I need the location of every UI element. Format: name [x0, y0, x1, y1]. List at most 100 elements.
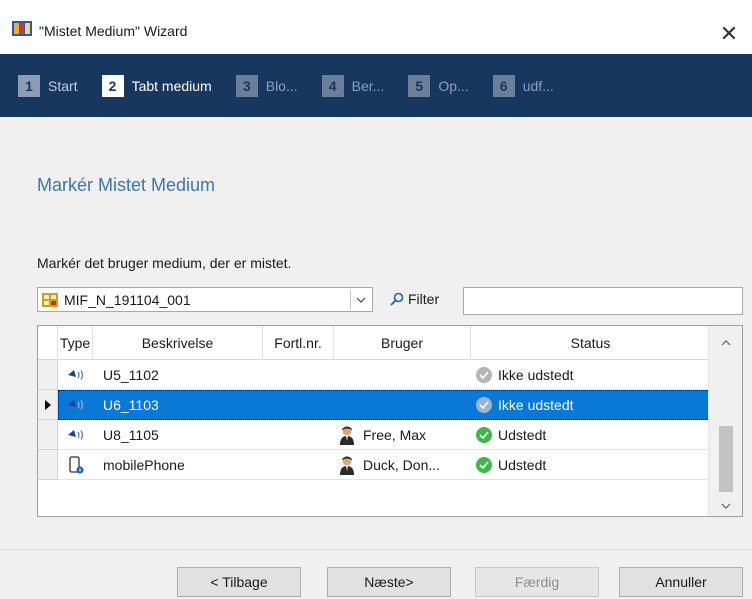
green-check-icon	[476, 426, 492, 443]
step-start[interactable]: 1 Start	[18, 74, 78, 97]
gray-check-icon	[476, 366, 492, 383]
wizard-button-bar: < Tilbage Næste> Færdig Annuller	[0, 549, 752, 599]
column-header-bruger[interactable]: Bruger	[334, 326, 471, 360]
table-row[interactable]: U8_1105 Free, Max Udstedt	[38, 420, 710, 450]
table-row[interactable]: mobilePhone Duck, Don... Udstedt	[38, 450, 710, 480]
cancel-button[interactable]: Annuller	[619, 567, 743, 597]
fortl-cell	[263, 390, 334, 420]
scroll-thumb[interactable]	[719, 426, 733, 492]
medium-combobox[interactable]: MIF_N_191104_001	[37, 287, 373, 312]
beskrivelse-cell: mobilePhone	[93, 450, 263, 480]
type-cell	[58, 450, 93, 480]
step-udf[interactable]: 6 udf...	[492, 74, 554, 97]
status-text: Udstedt	[498, 426, 547, 443]
type-cell	[58, 390, 93, 420]
type-cell	[58, 420, 93, 450]
transponder-icon	[67, 429, 83, 440]
step-number: 3	[235, 74, 258, 97]
step-blo[interactable]: 3 Blo...	[235, 74, 298, 97]
scroll-down-button[interactable]	[709, 496, 742, 516]
wizard-content: Markér Mistet Medium Markér det bruger m…	[0, 117, 752, 549]
combobox-dropdown-button[interactable]	[350, 290, 370, 309]
fortl-cell	[263, 420, 334, 450]
row-selector[interactable]	[38, 360, 58, 390]
step-ber[interactable]: 4 Ber...	[321, 74, 385, 97]
step-label: udf...	[522, 77, 554, 94]
step-op[interactable]: 5 Op...	[408, 74, 469, 97]
status-cell: Udstedt	[471, 450, 710, 480]
green-check-icon	[476, 456, 492, 473]
instruction-text: Markér det bruger medium, der er mistet.	[37, 255, 292, 271]
page-title: Markér Mistet Medium	[37, 175, 216, 195]
column-header-status[interactable]: Status	[471, 326, 710, 360]
medium-combobox-value: MIF_N_191104_001	[64, 291, 191, 308]
grid-vertical-scrollbar[interactable]	[708, 326, 742, 516]
row-selector[interactable]	[38, 390, 58, 420]
step-number: 2	[101, 74, 124, 97]
close-button[interactable]: ✕	[706, 14, 752, 54]
user-icon	[340, 456, 354, 475]
status-text: Udstedt	[498, 456, 547, 473]
step-number: 6	[492, 74, 515, 97]
medium-grid: Type Beskrivelse Fortl.nr. Bruger Status…	[37, 325, 743, 517]
bruger-text: Free, Max	[363, 426, 427, 443]
bruger-cell: Free, Max	[334, 420, 471, 450]
filter-input[interactable]	[463, 287, 743, 315]
column-header-type[interactable]: Type	[58, 326, 93, 360]
scroll-up-button[interactable]	[709, 326, 742, 360]
status-cell: Ikke udstedt	[471, 360, 710, 390]
grid-header: Type Beskrivelse Fortl.nr. Bruger Status	[38, 326, 710, 360]
status-cell: Udstedt	[471, 420, 710, 450]
chevron-up-icon	[721, 340, 730, 346]
transponder-icon	[67, 399, 83, 410]
step-number: 5	[408, 74, 431, 97]
status-text: Ikke udstedt	[498, 366, 574, 383]
next-button[interactable]: Næste>	[327, 567, 451, 597]
transponder-icon	[67, 369, 83, 380]
gray-check-icon	[476, 396, 492, 413]
mobile-phone-icon	[68, 455, 83, 473]
bruger-text: Duck, Don...	[363, 456, 441, 473]
wizard-app-icon	[12, 21, 32, 36]
title-bar: "Mistet Medium" Wizard ✕	[0, 0, 752, 54]
medium-list-icon	[42, 292, 58, 307]
grid-corner	[38, 326, 58, 360]
step-number: 4	[321, 74, 344, 97]
fortl-cell	[263, 360, 334, 390]
step-number: 1	[18, 74, 40, 97]
chevron-down-icon	[356, 297, 365, 303]
table-row[interactable]: U5_1102 Ikke udstedt	[38, 360, 710, 390]
chevron-down-icon	[721, 503, 730, 509]
step-label: Start	[48, 77, 78, 94]
fortl-cell	[263, 450, 334, 480]
bruger-cell: Duck, Don...	[334, 450, 471, 480]
bruger-cell	[334, 360, 471, 390]
filter-label: Filter	[390, 291, 439, 307]
step-label: Ber...	[351, 77, 385, 94]
user-icon	[340, 426, 354, 445]
row-selector[interactable]	[38, 420, 58, 450]
step-label: Op...	[438, 77, 469, 94]
table-row-selected[interactable]: U6_1103 Ikke udstedt	[38, 390, 710, 420]
beskrivelse-cell: U8_1105	[93, 420, 263, 450]
finish-button[interactable]: Færdig	[475, 567, 599, 597]
search-icon	[390, 292, 404, 306]
row-selector[interactable]	[38, 450, 58, 480]
step-label: Blo...	[265, 77, 298, 94]
status-cell: Ikke udstedt	[471, 390, 710, 420]
type-cell	[58, 360, 93, 390]
current-row-arrow-icon	[44, 399, 51, 410]
window-title: "Mistet Medium" Wizard	[39, 23, 188, 39]
wizard-step-bar: 1 Start 2 Tabt medium 3 Blo... 4 Ber... …	[0, 54, 752, 117]
bruger-cell	[334, 390, 471, 420]
column-header-beskrivelse[interactable]: Beskrivelse	[93, 326, 263, 360]
status-text: Ikke udstedt	[498, 396, 574, 413]
step-tabt-medium[interactable]: 2 Tabt medium	[101, 74, 212, 97]
beskrivelse-cell: U6_1103	[93, 390, 263, 420]
column-header-fortl[interactable]: Fortl.nr.	[263, 326, 334, 360]
beskrivelse-cell: U5_1102	[93, 360, 263, 390]
close-icon: ✕	[719, 21, 739, 46]
back-button[interactable]: < Tilbage	[177, 567, 301, 597]
filter-label-text: Filter	[408, 291, 440, 307]
step-label: Tabt medium	[131, 77, 212, 94]
